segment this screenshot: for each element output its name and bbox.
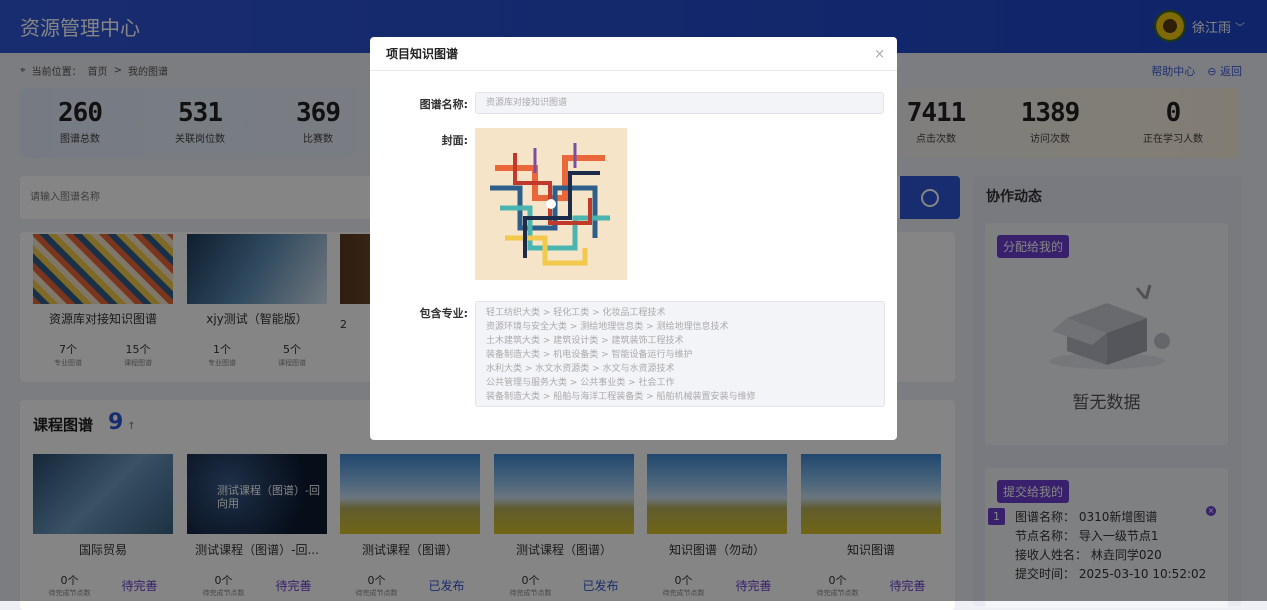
cover-label: 封面: [441,134,468,147]
map-name-field[interactable]: 资源库对接知识图谱 [475,92,884,114]
major-item: 装备制造大类 > 机电设备类 > 智能设备运行与维护 [486,350,693,360]
major-item: 土木建筑大类 > 建筑设计类 > 建筑装饰工程技术 [486,336,684,346]
close-icon[interactable]: × [874,47,885,62]
name-label: 图谱名称: [419,98,468,111]
cover-image [475,128,627,280]
majors-label: 包含专业: [419,307,468,320]
project-knowledge-map-dialog: 项目知识图谱 × 图谱名称: 资源库对接知识图谱 封面: 包含专业: 轻工纺织大… [370,37,897,440]
major-item: 装备制造大类 > 船舶与海洋工程装备类 > 船舶机械装置安装与维修 [486,392,756,402]
cover-artwork [475,128,627,280]
majors-list[interactable]: 轻工纺织大类 > 轻化工类 > 化妆品工程技术 资源环境与安全大类 > 测绘地理… [475,301,885,407]
major-item: 资源环境与安全大类 > 测绘地理信息类 > 测绘地理信息技术 [486,322,729,332]
major-item: 轻工纺织大类 > 轻化工类 > 化妆品工程技术 [486,308,666,318]
major-item: 公共管理与服务大类 > 公共事业类 > 社会工作 [486,378,675,388]
major-item: 水利大类 > 水文水资源类 > 水文与水资源技术 [486,364,675,374]
dialog-title: 项目知识图谱 [370,37,897,71]
